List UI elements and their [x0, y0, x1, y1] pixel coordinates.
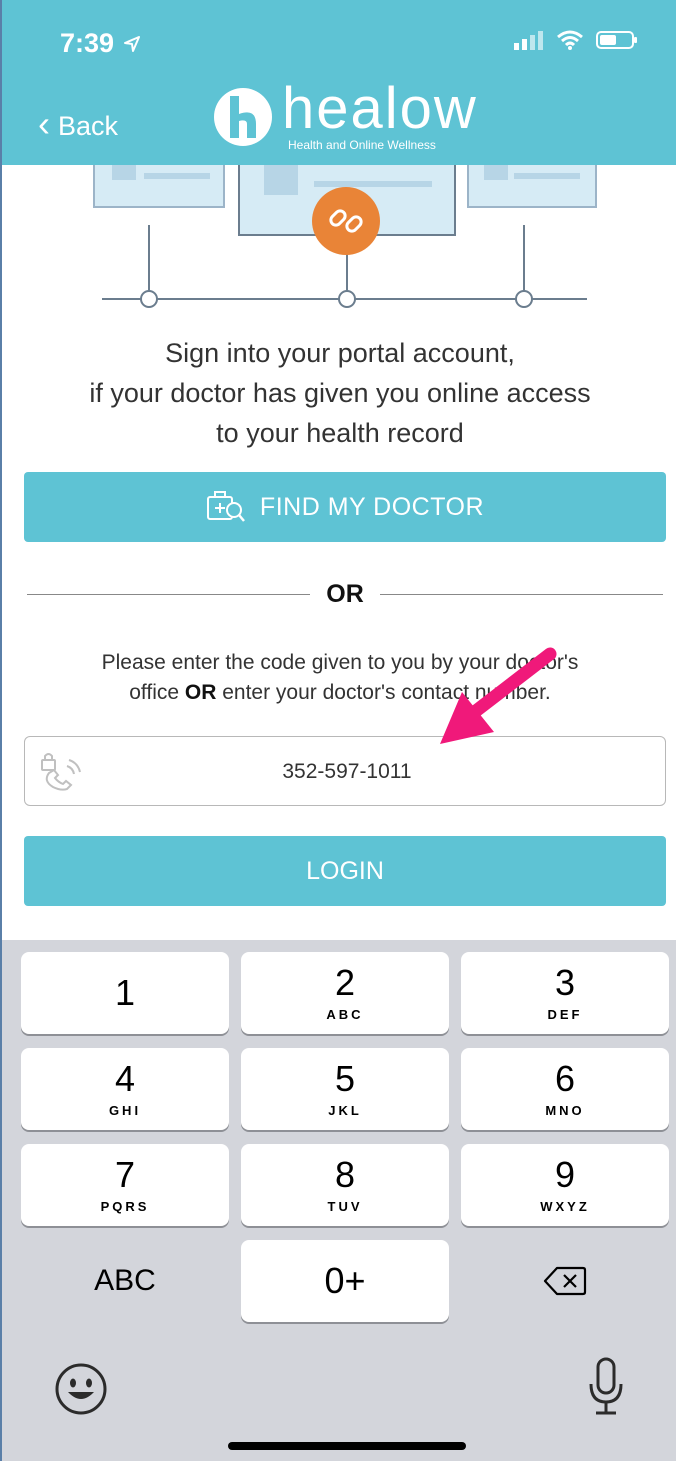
key-9[interactable]: 9 WXYZ: [461, 1144, 669, 1226]
key-2-letters: ABC: [326, 1006, 364, 1022]
find-my-doctor-label: FIND MY DOCTOR: [259, 492, 485, 521]
portal-illustration: [93, 165, 597, 308]
find-my-doctor-button[interactable]: FIND MY DOCTOR: [24, 472, 666, 542]
key-0[interactable]: 0+: [241, 1240, 449, 1322]
logo-text: healow: [282, 76, 478, 141]
key-4-digit: 4: [114, 1057, 136, 1099]
delete-key[interactable]: [461, 1240, 669, 1322]
status-time: 7:39: [60, 28, 140, 59]
key-8-letters: TUV: [327, 1198, 363, 1214]
key-2[interactable]: 2 ABC: [241, 952, 449, 1034]
healow-logo-icon: [214, 88, 272, 146]
key-9-letters: WXYZ: [540, 1198, 590, 1214]
key-3-digit: 3: [554, 961, 576, 1003]
key-7-letters: PQRS: [100, 1198, 150, 1214]
emoji-icon: [55, 1363, 107, 1415]
key-9-digit: 9: [554, 1153, 576, 1195]
key-4[interactable]: 4 GHI: [21, 1048, 229, 1130]
login-label: LOGIN: [306, 856, 384, 885]
logo-tagline: Health and Online Wellness: [288, 138, 436, 152]
key-3-letters: DEF: [547, 1006, 583, 1022]
key-1[interactable]: 1: [21, 952, 229, 1034]
signal-icon: [514, 31, 543, 50]
mic-icon: [589, 1357, 623, 1415]
back-button[interactable]: ‹ Back: [38, 106, 119, 142]
link-icon: [312, 187, 380, 255]
delete-icon: [543, 1266, 587, 1296]
back-chevron-icon: ‹: [38, 103, 50, 144]
abc-label: ABC: [94, 1264, 156, 1297]
phone-lock-icon: [41, 753, 81, 791]
key-6-letters: MNO: [545, 1102, 585, 1118]
abc-key[interactable]: ABC: [21, 1240, 229, 1322]
back-label: Back: [58, 110, 119, 141]
phone-screen: 7:39 ‹ Back healow Health and Online Wel…: [0, 0, 676, 1461]
key-4-letters: GHI: [108, 1102, 142, 1118]
intro-line-1: Sign into your portal account,: [165, 338, 515, 368]
key-1-digit: 1: [114, 972, 136, 1013]
find-doctor-icon: [206, 491, 245, 522]
key-5[interactable]: 5 JKL: [241, 1048, 449, 1130]
emoji-key[interactable]: [54, 1362, 108, 1421]
location-arrow-icon: [123, 36, 140, 52]
divider-line-left: [27, 594, 311, 595]
key-3[interactable]: 3 DEF: [461, 952, 669, 1034]
battery-icon: [596, 31, 637, 49]
intro-line-2: if your doctor has given you online acce…: [89, 378, 591, 408]
or-divider: OR: [27, 580, 663, 609]
key-7[interactable]: 7 PQRS: [21, 1144, 229, 1226]
status-icons: [514, 30, 638, 50]
key-8-digit: 8: [334, 1153, 356, 1195]
key-6[interactable]: 6 MNO: [461, 1048, 669, 1130]
status-time-text: 7:39: [60, 28, 115, 58]
home-indicator[interactable]: [228, 1442, 466, 1450]
mic-key[interactable]: [586, 1356, 626, 1423]
intro-line-3: to your health record: [216, 418, 464, 448]
instruction-line-2-start: office: [129, 681, 185, 704]
key-0-label: 0+: [324, 1260, 366, 1301]
key-6-digit: 6: [554, 1057, 576, 1099]
key-5-digit: 5: [334, 1057, 356, 1099]
key-7-digit: 7: [114, 1153, 136, 1195]
annotation-arrow: [440, 647, 557, 744]
key-8[interactable]: 8 TUV: [241, 1144, 449, 1226]
login-button[interactable]: LOGIN: [24, 836, 666, 906]
wifi-icon: [557, 30, 583, 50]
key-2-digit: 2: [334, 961, 356, 1003]
key-5-letters: JKL: [328, 1102, 362, 1118]
divider-line-right: [379, 594, 663, 595]
instruction-line-2-bold: OR: [184, 681, 217, 704]
intro-text: Sign into your portal account, if your d…: [22, 333, 658, 453]
or-label: OR: [326, 580, 364, 608]
app-header: 7:39 ‹ Back healow Health and Online Wel…: [2, 0, 676, 165]
healow-logo: healow Health and Online Wellness: [212, 80, 478, 152]
